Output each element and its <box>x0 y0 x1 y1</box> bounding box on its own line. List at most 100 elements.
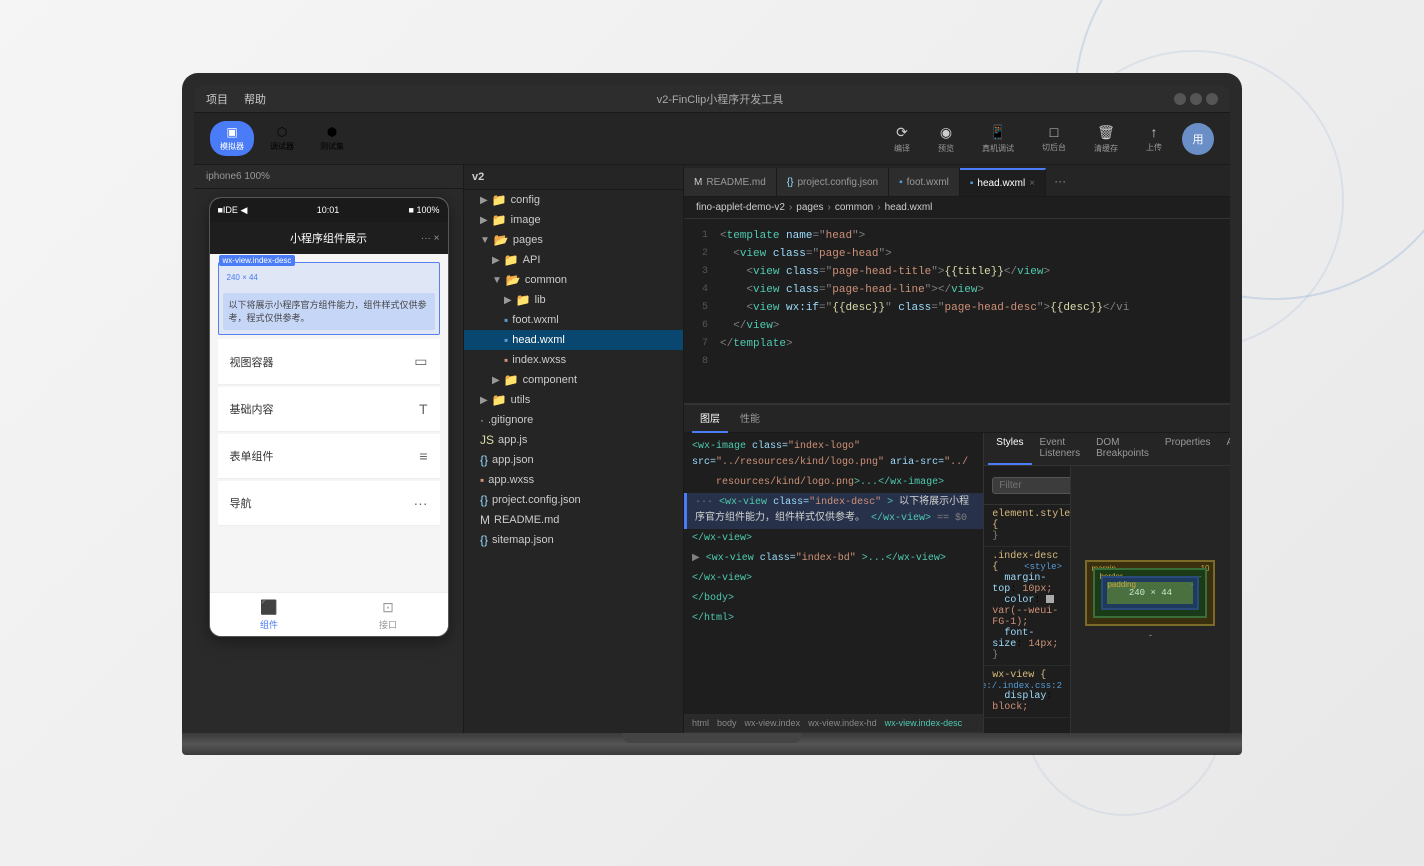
tree-item-head-wxml[interactable]: ▪ head.wxml <box>464 330 683 350</box>
styles-tab-dom-breakpoints[interactable]: DOM Breakpoints <box>1088 433 1157 465</box>
tab-more-btn[interactable]: ··· <box>1046 174 1074 188</box>
tree-item-pages[interactable]: ▼ 📂 pages <box>464 230 683 250</box>
menu-project[interactable]: 项目 <box>206 91 228 107</box>
main-content-area: iphone6 100% ■IDE ◀ 10:01 ■ 100% 小程序组件展示… <box>194 165 1230 733</box>
debugger-btn[interactable]: ⬡ 调试器 <box>260 121 304 156</box>
phone-title-dots[interactable]: ··· × <box>421 233 440 244</box>
tab-foot-wxml[interactable]: ▪ foot.wxml <box>889 168 960 196</box>
upload-btn[interactable]: ↑ 上传 <box>1138 120 1170 157</box>
db-wx-view-index-hd[interactable]: wx-view.index-hd <box>808 718 877 728</box>
nav-item-1[interactable]: 基础内容 T <box>218 387 440 432</box>
line-content-7: </template> <box>720 335 1230 353</box>
maximize-btn[interactable] <box>1190 93 1202 105</box>
html-line-aria-cont: resources/kind/logo.png>...</wx-image> <box>684 473 983 493</box>
tree-item-app-js[interactable]: JS app.js <box>464 430 683 450</box>
user-avatar[interactable]: 用 <box>1182 123 1214 155</box>
line-num-7: 7 <box>684 335 720 353</box>
tab-head-wxml[interactable]: ▪ head.wxml × <box>960 168 1046 196</box>
tree-item-common[interactable]: ▼ 📂 common <box>464 270 683 290</box>
device-debug-btn[interactable]: 📱 真机调试 <box>974 120 1022 158</box>
breadcrumb-pages[interactable]: pages <box>796 202 823 213</box>
close-btn[interactable] <box>1206 93 1218 105</box>
styles-selector-index-desc: .index-desc { <style> <box>992 551 1062 573</box>
hl-attr-src-1: src= <box>692 457 716 468</box>
testset-btn[interactable]: ⬢ 测试集 <box>310 121 354 156</box>
tree-item-app-wxss[interactable]: ▪ app.wxss <box>464 470 683 490</box>
phone-tab-1[interactable]: ⊡ 接口 <box>329 599 448 631</box>
styles-source-wx-view[interactable]: localfile:/.index.css:2 <box>984 681 1062 691</box>
folder-icon-common: 📂 <box>506 273 521 287</box>
box-padding: padding - 240 × 44 <box>1101 576 1199 610</box>
editor-panel: M README.md {} project.config.json ▪ foo… <box>684 165 1230 733</box>
tree-item-project-config[interactable]: {} project.config.json <box>464 490 683 510</box>
tree-item-utils[interactable]: ▶ 📁 utils <box>464 390 683 410</box>
phone-tab-icon-1: ⊡ <box>382 599 394 616</box>
filetree-scroll[interactable]: ▶ 📁 config ▶ 📁 image ▼ 📂 pages <box>464 190 683 733</box>
background-btn[interactable]: □ 切后台 <box>1034 120 1074 157</box>
menu-help[interactable]: 帮助 <box>244 91 266 107</box>
tab-head-wxml-icon: ▪ <box>970 178 974 189</box>
minimize-btn[interactable] <box>1174 93 1186 105</box>
html-line-6: </body> <box>684 589 983 609</box>
device-debug-icon: 📱 <box>989 124 1006 141</box>
breadcrumb-file[interactable]: head.wxml <box>885 202 933 213</box>
breadcrumb-common[interactable]: common <box>835 202 873 213</box>
html-line-7: </html> <box>684 609 983 629</box>
nav-item-3[interactable]: 导航 ··· <box>218 481 440 526</box>
styles-selector-element: element.style { <box>992 509 1062 531</box>
tree-item-lib[interactable]: ▶ 📁 lib <box>464 290 683 310</box>
devtools-tab-elements[interactable]: 图层 <box>692 405 728 433</box>
tree-item-index-wxss[interactable]: ▪ index.wxss <box>464 350 683 370</box>
tab-readme[interactable]: M README.md <box>684 168 777 196</box>
tree-arrow-image: ▶ <box>480 215 488 226</box>
breadcrumb-root[interactable]: fino-applet-demo-v2 <box>696 202 785 213</box>
db-wx-view-index[interactable]: wx-view.index <box>745 718 801 728</box>
tab-project-config-icon: {} <box>787 177 794 188</box>
styles-source-index-desc[interactable]: <style> <box>1024 562 1062 572</box>
tree-item-app-json[interactable]: {} app.json <box>464 450 683 470</box>
nav-item-2[interactable]: 表单组件 ≡ <box>218 434 440 479</box>
tree-item-component[interactable]: ▶ 📁 component <box>464 370 683 390</box>
line-num-8: 8 <box>684 353 720 371</box>
phone-tab-0[interactable]: ⬛ 组件 <box>210 599 329 631</box>
file-icon-app-js: JS <box>480 433 494 447</box>
tree-item-api[interactable]: ▶ 📁 API <box>464 250 683 270</box>
tree-item-config[interactable]: ▶ 📁 config <box>464 190 683 210</box>
laptop-frame: 项目 帮助 v2-FinClip小程序开发工具 ▣ 模拟器 <box>182 73 1242 793</box>
filter-input[interactable] <box>992 477 1070 494</box>
db-wx-view-index-desc[interactable]: wx-view.index-desc <box>885 718 963 728</box>
breadcrumb-sep-2: › <box>828 202 831 213</box>
styles-tab-properties[interactable]: Properties <box>1157 433 1219 465</box>
phone-status-bar: ■IDE ◀ 10:01 ■ 100% <box>210 198 448 222</box>
phone-content: wx-view.index-desc 240 × 44 以下将展示小程序官方组件… <box>210 254 448 592</box>
tree-item-gitignore[interactable]: · .gitignore <box>464 410 683 430</box>
clear-cache-btn[interactable]: 🗑 清缓存 <box>1086 120 1126 158</box>
view-mode-group: ▣ 模拟器 ⬡ 调试器 ⬢ 测试集 <box>210 121 354 156</box>
tree-item-foot-wxml[interactable]: ▪ foot.wxml <box>464 310 683 330</box>
devtools-tab-perf[interactable]: 性能 <box>732 405 768 433</box>
tree-item-image[interactable]: ▶ 📁 image <box>464 210 683 230</box>
tree-item-sitemap[interactable]: {} sitemap.json <box>464 530 683 550</box>
tab-project-config[interactable]: {} project.config.json <box>777 168 889 196</box>
upload-label: 上传 <box>1146 142 1162 153</box>
breadcrumb-sep-1: › <box>789 202 792 213</box>
styles-selector-wx-view: wx-view { localfile:/.index.css:2 <box>992 670 1062 681</box>
styles-tab-styles[interactable]: Styles <box>988 433 1031 465</box>
nav-item-0[interactable]: 视图容器 ▭ <box>218 339 440 385</box>
db-html[interactable]: html <box>692 718 709 728</box>
styles-tab-event-listeners[interactable]: Event Listeners <box>1032 433 1089 465</box>
tab-head-wxml-close[interactable]: × <box>1029 178 1035 189</box>
db-body[interactable]: body <box>717 718 737 728</box>
background-icon: □ <box>1050 124 1058 140</box>
menu-bar: 项目 帮助 <box>206 91 266 107</box>
styles-tab-accessibility[interactable]: Accessibility <box>1219 433 1230 465</box>
tree-item-readme[interactable]: M README.md <box>464 510 683 530</box>
compile-btn[interactable]: ⟳ 编译 <box>886 120 918 158</box>
simulator-btn[interactable]: ▣ 模拟器 <box>210 121 254 156</box>
file-icon-index-wxss: ▪ <box>504 353 508 367</box>
tree-label-sitemap: sitemap.json <box>492 534 554 546</box>
preview-btn[interactable]: ◉ 预览 <box>930 120 962 158</box>
tab-readme-label: README.md <box>706 177 765 188</box>
html-line-2[interactable]: ··· <wx-view class="index-desc" > 以下将展示小… <box>684 493 983 529</box>
file-icon-gitignore: · <box>480 413 484 427</box>
